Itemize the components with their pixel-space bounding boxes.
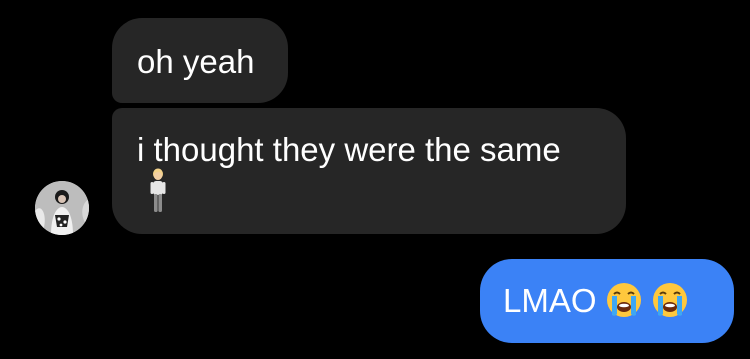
loudly-crying-face-icon: [652, 283, 687, 318]
chat-thread: oh yeah i thought they were the same LMA…: [0, 0, 750, 359]
message-bubble-incoming[interactable]: i thought they were the same: [112, 108, 626, 234]
message-text: LMAO: [503, 282, 597, 319]
message-text: i thought they were the same: [137, 131, 561, 168]
message-bubble-outgoing[interactable]: LMAO: [480, 259, 734, 343]
message-bubble-incoming[interactable]: oh yeah: [112, 18, 288, 103]
standing-person-icon: [150, 168, 166, 212]
avatar[interactable]: [35, 181, 89, 235]
message-text: oh yeah: [137, 43, 255, 80]
loudly-crying-face-icon: [606, 283, 641, 318]
profile-avatar: [35, 181, 89, 235]
